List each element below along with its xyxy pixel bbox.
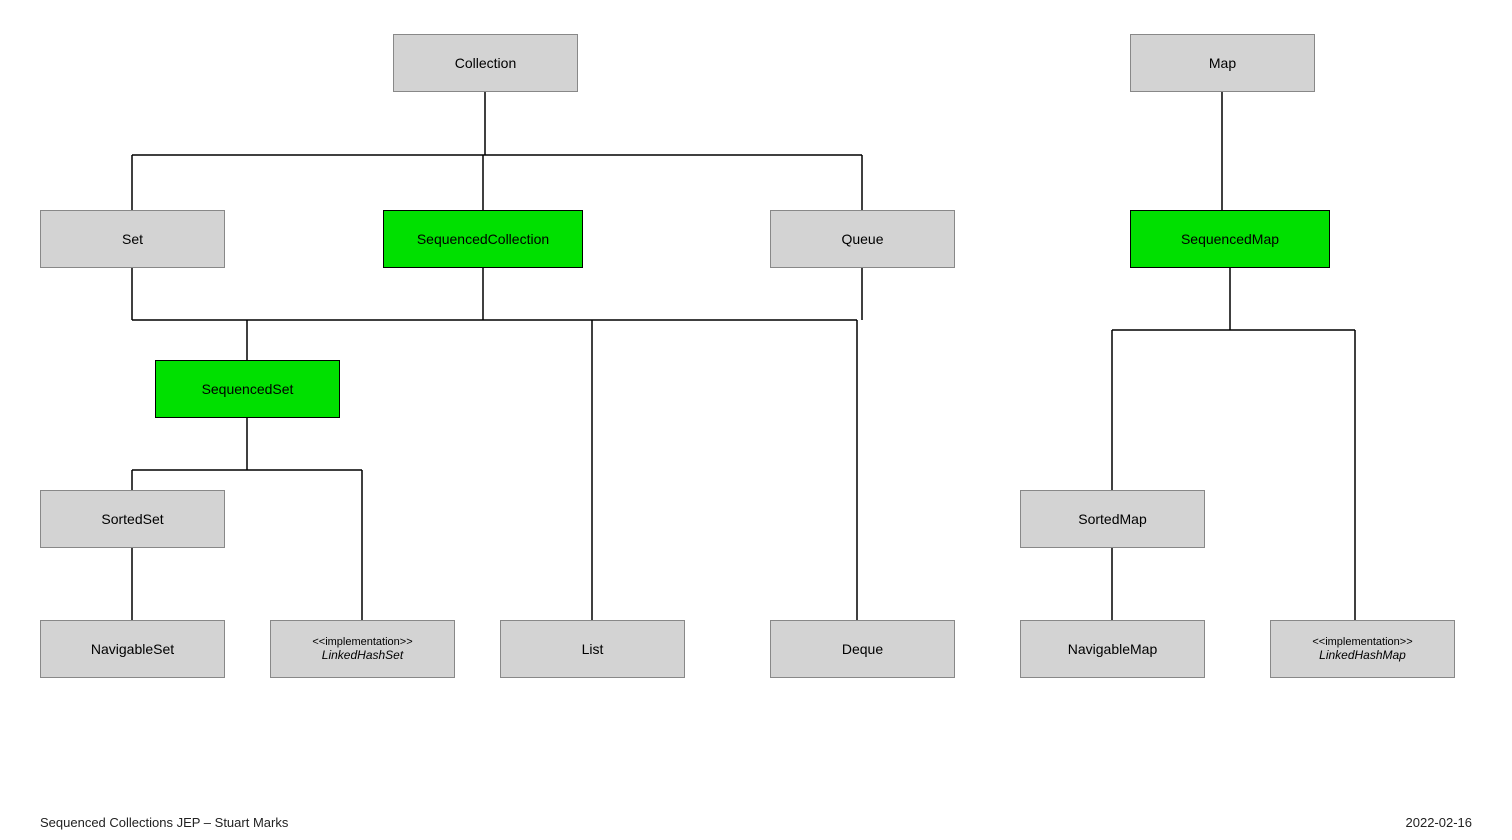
- map-node: Map: [1130, 34, 1315, 92]
- diagram: Collection Map Set SequencedCollection Q…: [0, 0, 1512, 800]
- sorted-map-label: SortedMap: [1078, 511, 1146, 527]
- linked-hash-map-prefix: <<implementation>>: [1312, 636, 1412, 648]
- linked-hash-map-label: LinkedHashMap: [1319, 648, 1406, 662]
- sorted-map-node: SortedMap: [1020, 490, 1205, 548]
- sorted-set-label: SortedSet: [101, 511, 163, 527]
- sorted-set-node: SortedSet: [40, 490, 225, 548]
- collection-label: Collection: [455, 55, 516, 71]
- sequenced-set-node: SequencedSet: [155, 360, 340, 418]
- footer-title: Sequenced Collections JEP – Stuart Marks: [40, 815, 288, 830]
- navigable-map-node: NavigableMap: [1020, 620, 1205, 678]
- navigable-map-label: NavigableMap: [1068, 641, 1158, 657]
- sequenced-map-label: SequencedMap: [1181, 231, 1279, 247]
- deque-label: Deque: [842, 641, 883, 657]
- linked-hash-map-node: <<implementation>> LinkedHashMap: [1270, 620, 1455, 678]
- sequenced-collection-node: SequencedCollection: [383, 210, 583, 268]
- sequenced-collection-label: SequencedCollection: [417, 231, 549, 247]
- list-node: List: [500, 620, 685, 678]
- sequenced-map-node: SequencedMap: [1130, 210, 1330, 268]
- linked-hash-set-prefix: <<implementation>>: [312, 636, 412, 648]
- navigable-set-node: NavigableSet: [40, 620, 225, 678]
- footer-date: 2022-02-16: [1406, 815, 1473, 830]
- queue-node: Queue: [770, 210, 955, 268]
- linked-hash-set-label: LinkedHashSet: [322, 648, 403, 662]
- linked-hash-set-node: <<implementation>> LinkedHashSet: [270, 620, 455, 678]
- collection-node: Collection: [393, 34, 578, 92]
- map-label: Map: [1209, 55, 1236, 71]
- set-label: Set: [122, 231, 143, 247]
- list-label: List: [582, 641, 604, 657]
- navigable-set-label: NavigableSet: [91, 641, 174, 657]
- sequenced-set-label: SequencedSet: [202, 381, 294, 397]
- deque-node: Deque: [770, 620, 955, 678]
- queue-label: Queue: [841, 231, 883, 247]
- set-node: Set: [40, 210, 225, 268]
